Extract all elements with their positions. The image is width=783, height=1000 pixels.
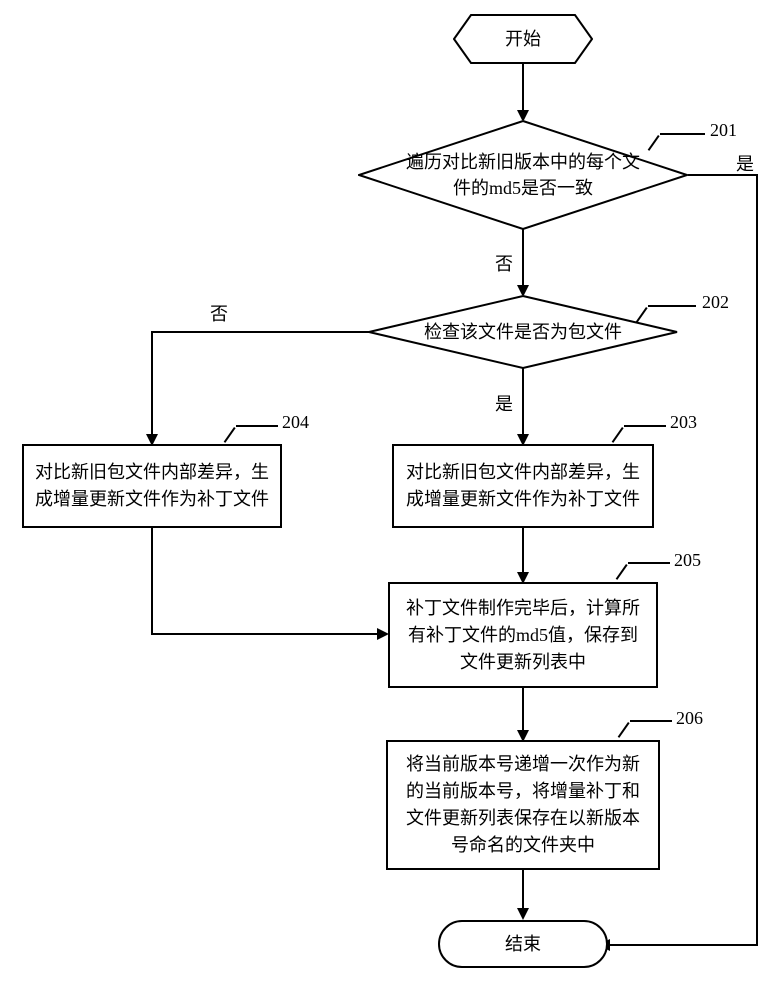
edge-202-yes-v [522, 368, 524, 436]
process-206-text: 将当前版本号递增一次作为新的当前版本号，将增量补丁和文件更新列表保存在以新版本号… [398, 751, 648, 859]
decision-202: 检查该文件是否为包文件 [368, 295, 678, 369]
start-label: 开始 [453, 14, 593, 64]
callout-206 [630, 720, 672, 722]
process-204: 对比新旧包文件内部差异，生成增量更新文件作为补丁文件 [22, 444, 282, 528]
step-number-206: 206 [676, 708, 703, 729]
branch-label-no-202: 否 [210, 300, 228, 326]
edge-201-yes-v [756, 174, 758, 946]
step-number-201: 201 [710, 120, 737, 141]
branch-label-yes-201: 是 [736, 150, 754, 176]
process-203: 对比新旧包文件内部差异，生成增量更新文件作为补丁文件 [392, 444, 654, 528]
decision-202-text: 检查该文件是否为包文件 [368, 295, 678, 369]
process-204-text: 对比新旧包文件内部差异，生成增量更新文件作为补丁文件 [34, 459, 270, 513]
process-205-text: 补丁文件制作完毕后，计算所有补丁文件的md5值，保存到文件更新列表中 [400, 595, 646, 676]
branch-label-no-201: 否 [495, 250, 513, 276]
edge-202-no-h [151, 331, 369, 333]
callout-204 [236, 425, 278, 427]
decision-201: 遍历对比新旧版本中的每个文件的md5是否一致 [358, 120, 688, 230]
edge-204-to-205-v [151, 528, 153, 635]
edge-start-to-201 [522, 64, 524, 112]
step-number-205: 205 [674, 550, 701, 571]
edge-204-to-205-h [151, 633, 379, 635]
edge-202-no-v [151, 331, 153, 436]
step-number-204: 204 [282, 412, 309, 433]
process-206: 将当前版本号递增一次作为新的当前版本号，将增量补丁和文件更新列表保存在以新版本号… [386, 740, 660, 870]
edge-201-yes-h2 [608, 944, 758, 946]
end-label: 结束 [505, 931, 541, 958]
branch-label-yes-202: 是 [495, 390, 513, 416]
callout-203 [624, 425, 666, 427]
process-205: 补丁文件制作完毕后，计算所有补丁文件的md5值，保存到文件更新列表中 [388, 582, 658, 688]
decision-201-text: 遍历对比新旧版本中的每个文件的md5是否一致 [358, 120, 688, 230]
edge-206-to-end [522, 870, 524, 910]
step-number-202: 202 [702, 292, 729, 313]
start-terminator: 开始 [453, 14, 593, 64]
edge-205-to-206 [522, 688, 524, 732]
edge-201-yes-h [688, 174, 758, 176]
process-203-text: 对比新旧包文件内部差异，生成增量更新文件作为补丁文件 [404, 459, 642, 513]
edge-203-to-205 [522, 528, 524, 574]
edge-201-to-202 [522, 229, 524, 287]
arrowhead [517, 908, 529, 920]
callout-202 [648, 305, 696, 307]
callout-205 [628, 562, 670, 564]
callout-201 [660, 133, 705, 135]
step-number-203: 203 [670, 412, 697, 433]
end-terminator: 结束 [438, 920, 608, 968]
